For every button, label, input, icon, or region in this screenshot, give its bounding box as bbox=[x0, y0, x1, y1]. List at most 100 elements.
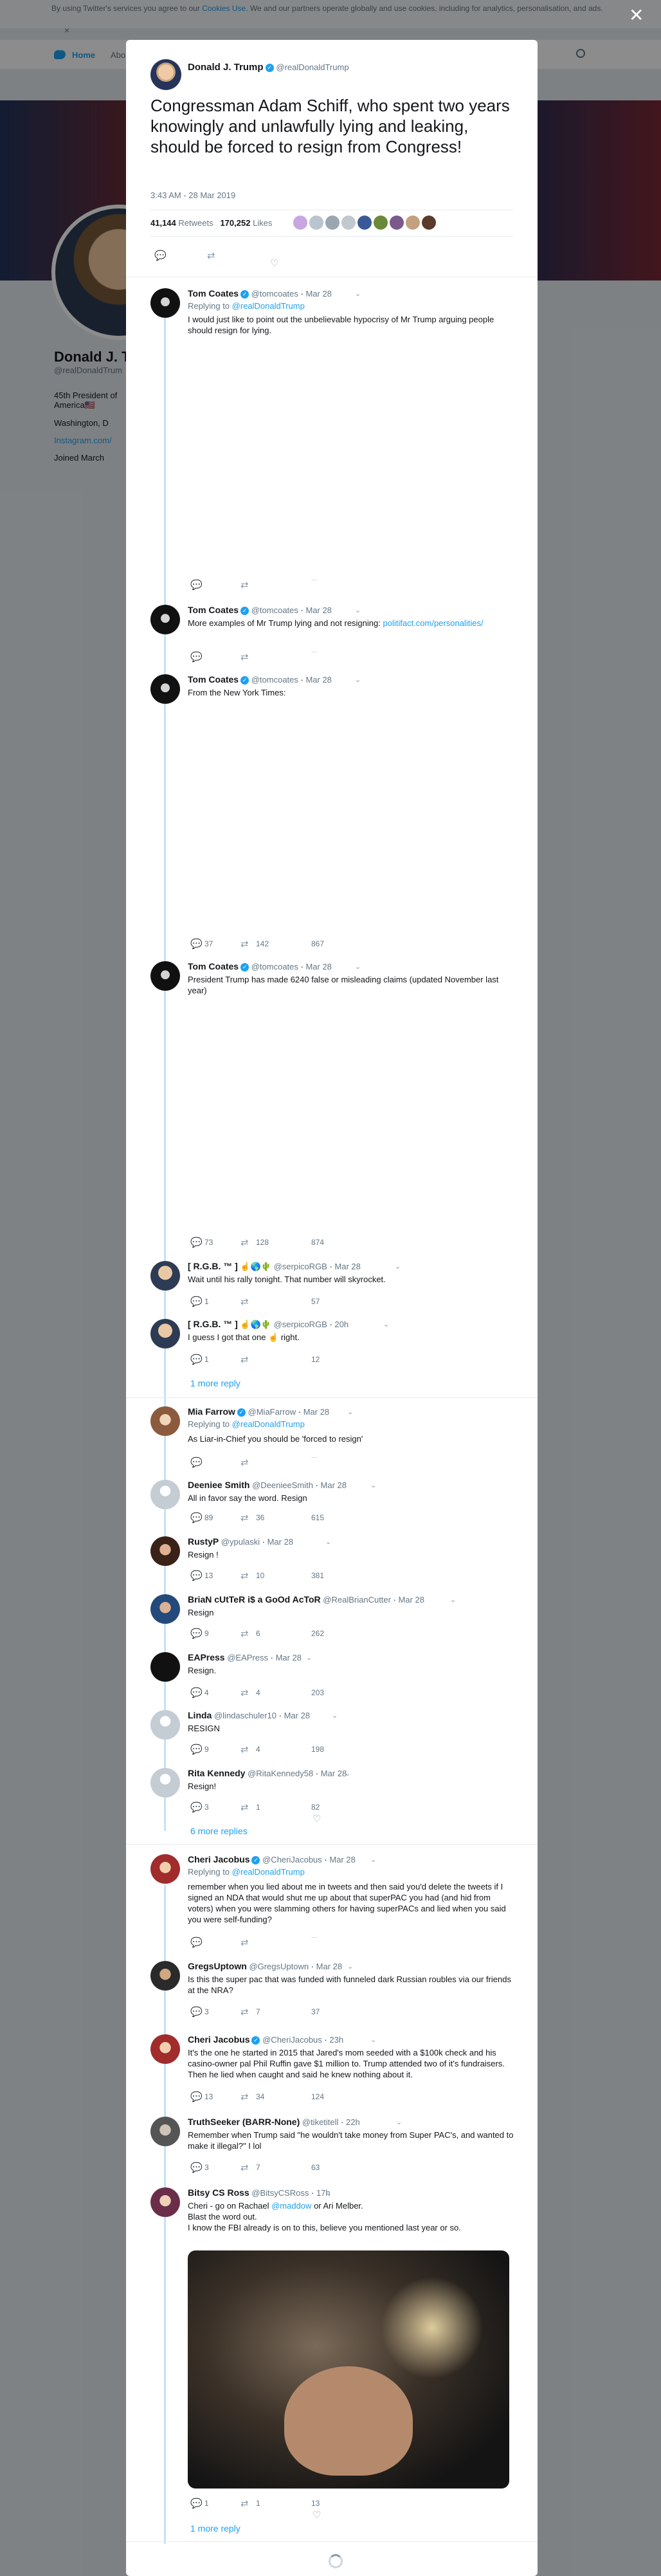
reply-date[interactable]: 22h bbox=[346, 2117, 360, 2127]
reply-handle[interactable]: @serpicoRGB bbox=[274, 1262, 327, 1271]
reply-date[interactable]: Mar 28 bbox=[329, 1855, 355, 1864]
reply-link[interactable]: politifact.com/personalities/ bbox=[383, 618, 483, 628]
reply-icon[interactable]: 💬 bbox=[190, 2499, 203, 2508]
reply-name[interactable]: Tom Coates bbox=[188, 605, 239, 615]
reply-icon[interactable]: 💬 bbox=[190, 652, 203, 662]
reply-avatar[interactable] bbox=[150, 288, 180, 318]
reply-date[interactable]: Mar 28 bbox=[305, 675, 331, 685]
more-options-icon[interactable]: ··· bbox=[311, 575, 317, 585]
reply-icon[interactable]: 💬 bbox=[190, 1629, 203, 1639]
reply-handle[interactable]: @tomcoates bbox=[251, 962, 298, 971]
replying-to-link[interactable]: @realDonaldTrump bbox=[232, 301, 305, 311]
author-avatar[interactable] bbox=[150, 59, 181, 90]
tweet-image[interactable] bbox=[188, 2250, 509, 2489]
retweet-icon[interactable]: ⇄ bbox=[240, 2499, 249, 2508]
retweet-icon[interactable]: ⇄ bbox=[240, 1355, 249, 1365]
reply-date[interactable]: Mar 28 bbox=[267, 1537, 293, 1547]
chevron-down-icon[interactable]: ⌄ bbox=[395, 1262, 401, 1271]
retweet-icon[interactable]: ⇄ bbox=[240, 1571, 249, 1581]
retweet-icon[interactable]: ⇄ bbox=[240, 1458, 249, 1467]
reply-avatar[interactable] bbox=[150, 1480, 180, 1509]
more-options-icon[interactable]: ··· bbox=[311, 1933, 317, 1942]
reply-handle[interactable]: @tiketitell bbox=[302, 2117, 339, 2127]
reply-handle[interactable]: @ypulaski bbox=[221, 1537, 260, 1547]
reply-icon[interactable]: 💬 bbox=[190, 1458, 203, 1467]
chevron-down-icon[interactable]: ⌄ bbox=[347, 1962, 353, 1971]
likers-avatars[interactable] bbox=[293, 216, 438, 230]
more-options-icon[interactable]: ··· bbox=[311, 1453, 317, 1462]
chevron-down-icon[interactable]: ⌄ bbox=[355, 676, 361, 684]
reply-name[interactable]: Cheri Jacobus bbox=[188, 1854, 249, 1864]
reply-name[interactable]: BriaN cUtTeR i$ a GoOd AcToR bbox=[188, 1594, 321, 1605]
like-count[interactable]: 170,252 bbox=[220, 218, 250, 228]
chevron-down-icon[interactable]: ⌄ bbox=[325, 2189, 331, 2197]
chevron-down-icon[interactable]: ⌄ bbox=[355, 606, 361, 614]
reply-icon[interactable]: 💬 bbox=[190, 2007, 203, 2017]
reply-avatar[interactable] bbox=[150, 1768, 180, 1798]
reply-name[interactable]: TruthSeeker (BARR-None) bbox=[188, 2117, 300, 2127]
reply-name[interactable]: EAPress bbox=[188, 1652, 225, 1662]
reply-icon[interactable]: 💬 bbox=[190, 1238, 203, 1247]
reply-icon[interactable]: 💬 bbox=[190, 1513, 203, 1523]
tweet-timestamp[interactable]: 3:43 AM - 28 Mar 2019 bbox=[150, 190, 235, 200]
reply-handle[interactable]: @GregsUptown bbox=[249, 1962, 309, 1971]
chevron-down-icon[interactable]: ⌄ bbox=[355, 290, 361, 298]
reply-icon[interactable]: 💬 bbox=[190, 1803, 203, 1812]
reply-name[interactable]: Tom Coates bbox=[188, 961, 239, 971]
retweet-icon[interactable]: ⇄ bbox=[240, 1297, 249, 1307]
reply-date[interactable]: 23h bbox=[329, 2035, 343, 2045]
chevron-down-icon[interactable]: ⌄ bbox=[370, 1855, 376, 1864]
reply-avatar[interactable] bbox=[150, 1406, 180, 1436]
retweet-icon[interactable]: ⇄ bbox=[240, 652, 249, 662]
reply-date[interactable]: Mar 28 bbox=[334, 1262, 360, 1271]
reply-icon[interactable]: 💬 bbox=[190, 1688, 203, 1698]
like-icon[interactable]: ♡ bbox=[312, 2510, 321, 2520]
reply-avatar[interactable] bbox=[150, 1854, 180, 1884]
reply-avatar[interactable] bbox=[150, 605, 180, 634]
retweet-icon[interactable]: ⇄ bbox=[240, 1803, 249, 1812]
reply-name[interactable]: Cheri Jacobus bbox=[188, 2034, 249, 2045]
reply-icon[interactable]: 💬 bbox=[190, 2092, 203, 2102]
reply-icon[interactable]: 💬 bbox=[190, 1745, 203, 1754]
reply-date[interactable]: Mar 28 bbox=[316, 1962, 342, 1971]
reply-name[interactable]: Tom Coates bbox=[188, 288, 239, 299]
mention-link[interactable]: @maddow bbox=[271, 2201, 311, 2211]
reply-avatar[interactable] bbox=[150, 1594, 180, 1624]
chevron-down-icon[interactable]: ⌄ bbox=[370, 1481, 376, 1489]
reply-date[interactable]: Mar 28 bbox=[305, 962, 331, 971]
reply-handle[interactable]: @EAPress bbox=[227, 1653, 268, 1662]
reply-icon[interactable]: 💬 bbox=[190, 2163, 203, 2173]
reply-name[interactable]: Tom Coates bbox=[188, 674, 239, 685]
reply-date[interactable]: Mar 28 bbox=[321, 1769, 347, 1778]
chevron-down-icon[interactable]: ⌄ bbox=[306, 1653, 312, 1662]
reply-icon[interactable]: 💬 bbox=[190, 1571, 203, 1581]
reply-avatar[interactable] bbox=[150, 674, 180, 704]
reply-avatar[interactable] bbox=[150, 2034, 180, 2064]
reply-handle[interactable]: @MiaFarrow bbox=[248, 1407, 296, 1417]
reply-icon[interactable]: 💬 bbox=[190, 580, 203, 590]
show-more-replies[interactable]: 6 more replies bbox=[190, 1826, 248, 1836]
show-more-replies[interactable]: 1 more reply bbox=[190, 1378, 240, 1388]
reply-name[interactable]: GregsUptown bbox=[188, 1961, 247, 1971]
show-more-replies[interactable]: 1 more reply bbox=[190, 2523, 240, 2534]
reply-name[interactable]: Deeniee Smith bbox=[188, 1480, 249, 1490]
reply-date[interactable]: Mar 28 bbox=[284, 1711, 310, 1720]
chevron-down-icon[interactable]: ⌄ bbox=[355, 962, 361, 971]
reply-date[interactable]: Mar 28 bbox=[399, 1595, 424, 1605]
chevron-down-icon[interactable]: ⌄ bbox=[347, 1408, 353, 1416]
reply-handle[interactable]: @tomcoates bbox=[251, 605, 298, 615]
retweet-count[interactable]: 41,144 bbox=[150, 218, 176, 228]
reply-handle[interactable]: @RealBrianCutter bbox=[323, 1595, 391, 1605]
reply-icon[interactable]: 💬 bbox=[190, 1297, 203, 1307]
reply-avatar[interactable] bbox=[150, 961, 180, 991]
like-icon[interactable]: ♡ bbox=[312, 1814, 321, 1824]
chevron-down-icon[interactable]: ⌄ bbox=[332, 1711, 338, 1720]
reply-avatar[interactable] bbox=[150, 2117, 180, 2146]
reply-date[interactable]: Mar 28 bbox=[305, 605, 331, 615]
retweet-icon[interactable]: ⇄ bbox=[207, 251, 215, 261]
reply-icon[interactable]: 💬 bbox=[190, 939, 203, 949]
chevron-down-icon[interactable]: ⌄ bbox=[450, 1596, 456, 1604]
retweet-icon[interactable]: ⇄ bbox=[240, 1745, 249, 1754]
reply-handle[interactable]: @DeenieeSmith bbox=[252, 1480, 313, 1490]
reply-name[interactable]: Mia Farrow bbox=[188, 1406, 235, 1417]
